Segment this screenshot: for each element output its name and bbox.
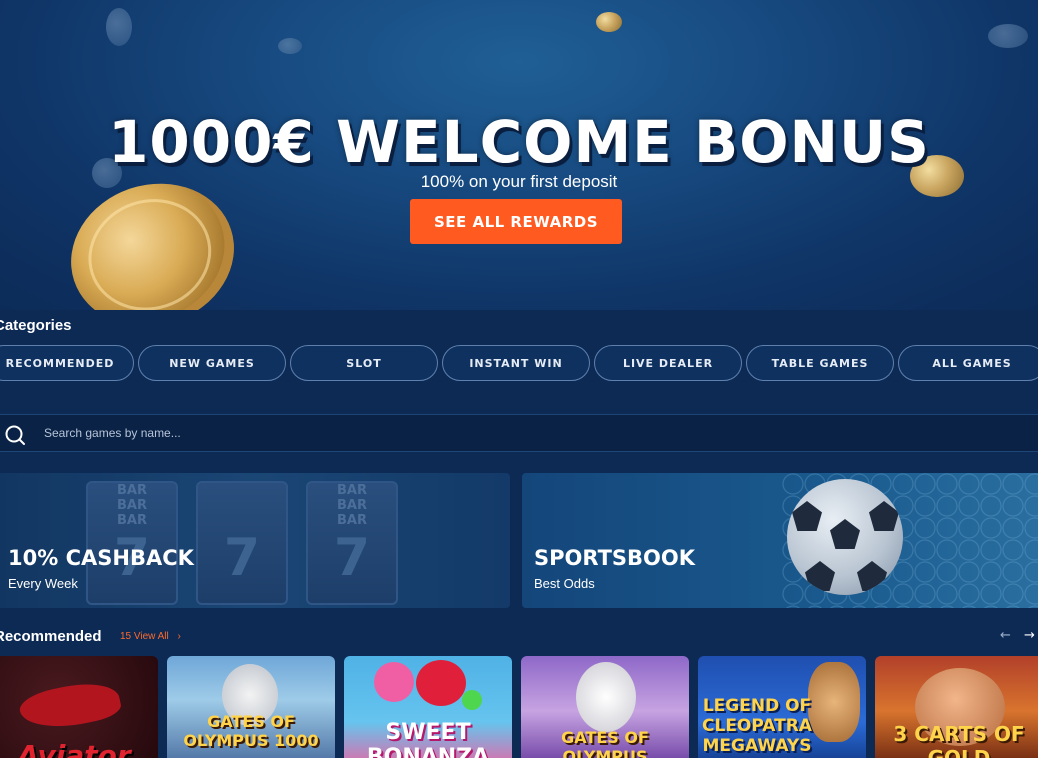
cashback-title: 10% CASHBACK bbox=[8, 546, 194, 570]
hero-subtitle: 100% on your first deposit bbox=[420, 172, 618, 191]
game-tile[interactable]: GATES OF OLYMPUS 1000 bbox=[167, 656, 335, 758]
game-title: LEGEND OF CLEOPATRA MEGAWAYS bbox=[702, 696, 812, 756]
sportsbook-subtitle: Best Odds bbox=[534, 576, 595, 591]
arrow-right-icon[interactable]: → bbox=[1024, 628, 1035, 643]
game-tile[interactable]: GATES OF OLYMPUS bbox=[521, 656, 689, 758]
game-tile[interactable]: SWEET BONANZA bbox=[344, 656, 512, 758]
soccer-ball-icon bbox=[787, 479, 903, 595]
sportsbook-promo-card[interactable]: SPORTSBOOK Best Odds bbox=[522, 473, 1038, 608]
cashback-subtitle: Every Week bbox=[8, 576, 78, 591]
categories-heading: Categories bbox=[0, 317, 72, 334]
game-title: Aviator bbox=[17, 739, 131, 758]
category-chips: RECOMMENDED NEW GAMES SLOT INSTANT WIN L… bbox=[0, 345, 1038, 381]
coin-decoration bbox=[106, 8, 132, 46]
chevron-right-icon: › bbox=[177, 631, 181, 642]
game-title: GATES OF OLYMPUS 1000 bbox=[183, 712, 319, 750]
recommended-games-row: Aviator GATES OF OLYMPUS 1000 SWEET BONA… bbox=[0, 656, 1038, 758]
search-bar bbox=[0, 414, 1038, 452]
view-all-link[interactable]: 15 View All › bbox=[120, 631, 181, 642]
arrow-left-icon[interactable]: ← bbox=[1000, 628, 1011, 643]
search-input[interactable] bbox=[44, 415, 944, 451]
category-instant-win[interactable]: INSTANT WIN bbox=[442, 345, 590, 381]
cashback-promo-card[interactable]: BAR BAR BAR 7 7 BAR BAR BAR 7 10% CASHBACK Eve… bbox=[0, 473, 510, 608]
category-slot[interactable]: SLOT bbox=[290, 345, 438, 381]
coin-decoration bbox=[988, 24, 1028, 48]
category-all-games[interactable]: ALL GAMES bbox=[898, 345, 1038, 381]
hero-banner: 1000€ WELCOME BONUS 100% on your first d… bbox=[0, 0, 1038, 310]
sportsbook-title: SPORTSBOOK bbox=[534, 546, 696, 570]
category-recommended[interactable]: RECOMMENDED bbox=[0, 345, 134, 381]
recommended-heading: Recommended bbox=[0, 628, 102, 645]
game-title: GATES OF OLYMPUS bbox=[561, 728, 649, 758]
slot-reel-decoration: BAR BAR BAR 7 bbox=[306, 481, 398, 605]
slot-reel-decoration: BAR BAR BAR 7 bbox=[86, 481, 178, 605]
category-live-dealer[interactable]: LIVE DEALER bbox=[594, 345, 742, 381]
category-new-games[interactable]: NEW GAMES bbox=[138, 345, 286, 381]
coin-decoration bbox=[596, 12, 622, 32]
game-tile[interactable]: LEGEND OF CLEOPATRA MEGAWAYS bbox=[698, 656, 866, 758]
see-all-rewards-button[interactable]: SEE ALL REWARDS bbox=[410, 199, 622, 244]
coin-decoration bbox=[278, 38, 302, 54]
hero-title: 1000€ WELCOME BONUS bbox=[108, 108, 930, 176]
search-icon[interactable] bbox=[4, 424, 26, 450]
game-tile[interactable]: Aviator bbox=[0, 656, 158, 758]
slot-reel-decoration: 7 bbox=[196, 481, 288, 605]
view-all-label: 15 View All bbox=[120, 631, 169, 642]
game-title: 3 CARTS OF GOLD bbox=[893, 722, 1025, 758]
game-tile[interactable]: 3 CARTS OF GOLD bbox=[875, 656, 1038, 758]
category-table-games[interactable]: TABLE GAMES bbox=[746, 345, 894, 381]
game-title: SWEET BONANZA bbox=[366, 720, 490, 758]
